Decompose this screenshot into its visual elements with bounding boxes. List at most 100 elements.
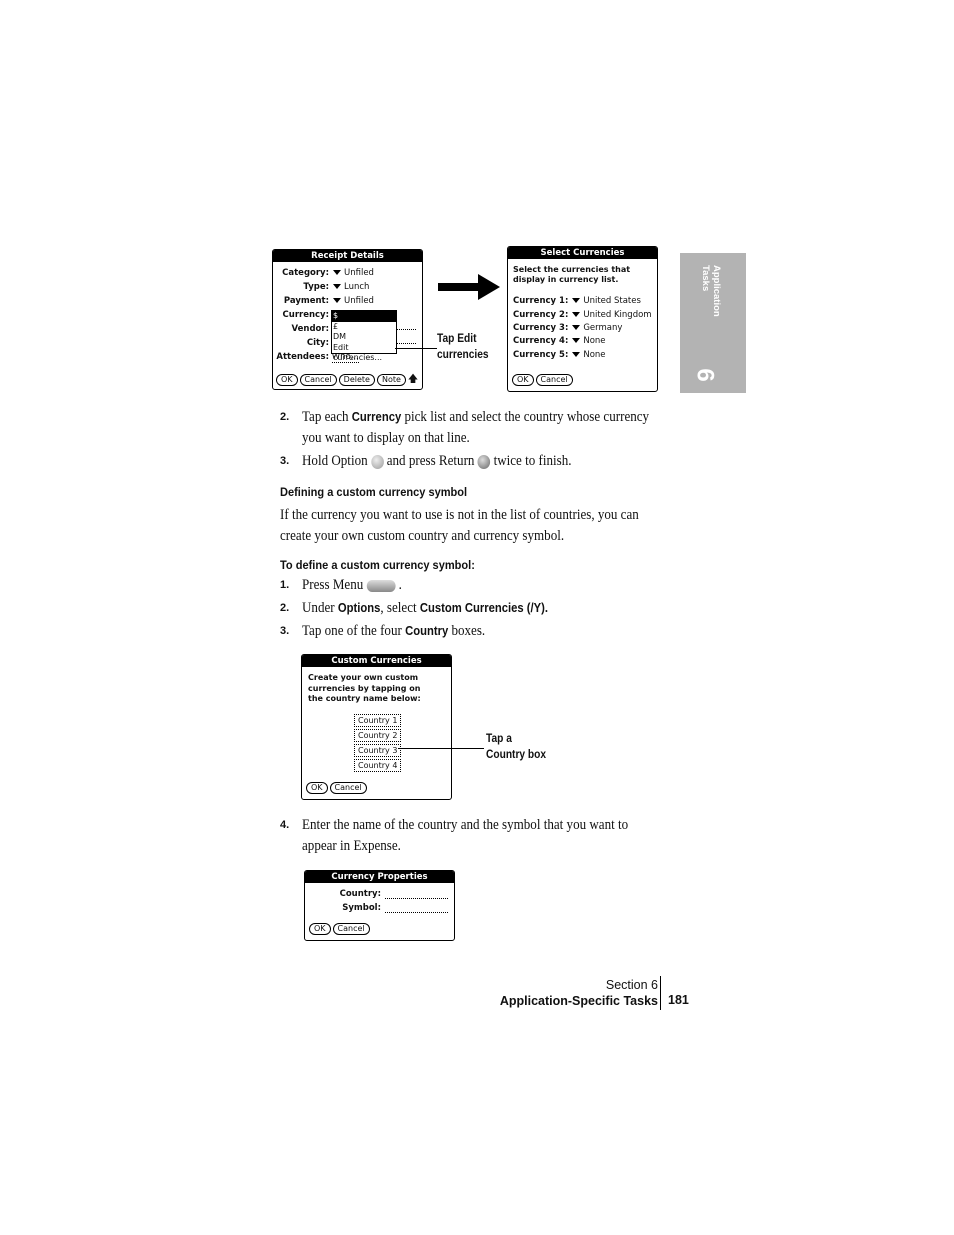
footer-section: Section 6 Application-Specific Tasks (500, 977, 658, 1009)
callout-text: currencies (437, 347, 489, 361)
popup-item[interactable]: $ (332, 311, 396, 322)
callout-text: Tap a (486, 731, 512, 745)
screen-title: Select Currencies (508, 247, 657, 259)
symbol-input[interactable] (385, 912, 448, 913)
step-number: 3. (280, 625, 290, 637)
callout-text: Tap Edit (437, 331, 477, 345)
intro-text: Create your own custom (308, 673, 419, 682)
country-input[interactable] (385, 898, 448, 899)
screen-title: Receipt Details (273, 250, 422, 262)
popup-item-edit-currencies[interactable]: Edit currencies... (332, 343, 396, 364)
ok-button[interactable]: OK (309, 923, 331, 935)
country-3-box[interactable]: Country 3 (354, 744, 402, 757)
step-number: 3. (280, 455, 290, 467)
currency-2-label: Currency 2: (513, 310, 569, 320)
screen-title: Custom Currencies (302, 655, 451, 667)
currency-5-value[interactable]: None (583, 350, 605, 360)
currency-5-label: Currency 5: (513, 350, 569, 360)
currency-2-value[interactable]: United Kingdom (583, 310, 651, 320)
country-1-box[interactable]: Country 1 (354, 714, 402, 727)
step-text: Press Menu . (302, 577, 402, 593)
dropdown-arrow-icon[interactable] (572, 312, 581, 317)
currency-3-label: Currency 3: (513, 323, 569, 333)
note-button[interactable]: Note (376, 374, 406, 386)
dropdown-arrow-icon[interactable] (333, 270, 341, 275)
callout-line (398, 748, 484, 749)
callout-edit-currencies: Tap Edit currencies (437, 330, 489, 362)
right-arrow-icon (438, 274, 500, 300)
currency-label: Currency: (282, 310, 329, 320)
dropdown-arrow-icon[interactable] (333, 284, 341, 289)
menu-key-icon (366, 579, 396, 592)
manual-page: Receipt Details Category: Unfiled Type: Lu… (0, 0, 954, 1235)
chapter-side-tab: Application Tasks 6 (680, 253, 746, 393)
side-tab-label: Application (711, 265, 722, 317)
step-number: 4. (280, 819, 290, 831)
cancel-button[interactable]: Cancel (299, 374, 337, 386)
footer-divider (660, 976, 661, 1010)
currency-3-value[interactable]: Germany (583, 323, 622, 333)
payment-value[interactable]: Unfiled (344, 296, 374, 306)
option-key-icon (370, 454, 384, 469)
chapter-number: 6 (691, 368, 719, 382)
procedure-heading: To define a custom currency symbol: (280, 558, 475, 572)
intro-text: currencies by tapping on (308, 683, 421, 693)
cancel-button[interactable]: Cancel (329, 782, 367, 794)
currency-4-label: Currency 4: (513, 336, 569, 346)
step-text: Enter the name of the country and the sy… (302, 817, 629, 854)
return-key-icon (477, 454, 491, 469)
section-label: Section 6 (605, 978, 658, 992)
city-label: City: (306, 338, 329, 348)
currency-4-value[interactable]: None (583, 336, 605, 346)
screen-title: Currency Properties (305, 871, 454, 883)
receipt-details-screen: Receipt Details Category: Unfiled Type: Lu… (272, 249, 423, 390)
dropdown-arrow-icon[interactable] (572, 298, 581, 303)
ok-button[interactable]: OK (512, 374, 534, 386)
callout-text: Country box (486, 747, 547, 761)
select-currencies-screen: Select Currencies Select the currencies … (507, 246, 658, 392)
dropdown-arrow-icon[interactable] (572, 325, 581, 330)
vendor-label: Vendor: (291, 324, 329, 334)
cancel-button[interactable]: Cancel (332, 923, 370, 935)
currency-properties-screen: Currency Properties Country: Symbol: OK C… (304, 870, 455, 941)
intro-text: the country name below: (308, 694, 421, 703)
step-number: 2. (280, 602, 290, 614)
category-value[interactable]: Unfiled (344, 268, 374, 278)
ok-button[interactable]: OK (306, 782, 328, 794)
dropdown-arrow-icon[interactable] (333, 298, 341, 303)
payment-label: Payment: (283, 296, 329, 306)
category-label: Category: (282, 268, 329, 278)
step-text: Hold Option and press Return twice to fi… (302, 453, 572, 469)
popup-item[interactable]: £ (332, 322, 396, 333)
custom-currencies-screen: Custom Currencies Create your own custom… (301, 654, 452, 800)
symbol-label: Symbol: (342, 903, 381, 913)
step-text: Under Options, select Custom Currencies … (302, 600, 549, 616)
cancel-button[interactable]: Cancel (535, 374, 573, 386)
type-value[interactable]: Lunch (344, 282, 369, 292)
country-2-box[interactable]: Country 2 (354, 729, 402, 742)
step-number: 1. (280, 579, 290, 591)
intro-text: Select the currencies that (513, 265, 631, 274)
currency-1-value[interactable]: United States (583, 296, 641, 306)
country-4-box[interactable]: Country 4 (354, 759, 402, 772)
dropdown-arrow-icon[interactable] (572, 352, 581, 357)
scroll-up-arrow-icon[interactable]: 🡅 (408, 374, 418, 385)
step-text: Tap one of the four Country boxes. (302, 623, 486, 639)
callout-line (395, 348, 437, 349)
step-number: 2. (280, 411, 290, 423)
popup-item[interactable]: DM (332, 332, 396, 343)
step-text: Tap each Currency pick list and select t… (302, 409, 650, 446)
attendees-label: Attendees: (276, 352, 329, 362)
chapter-title: Application-Specific Tasks (499, 994, 658, 1008)
intro-text: display in currency list. (513, 275, 619, 284)
page-number: 181 (668, 993, 689, 1007)
ok-button[interactable]: OK (276, 374, 298, 386)
paragraph: If the currency you want to use is not i… (280, 507, 639, 544)
dropdown-arrow-icon[interactable] (572, 338, 581, 343)
delete-button[interactable]: Delete (338, 374, 375, 386)
country-label: Country: (339, 889, 381, 899)
callout-country-box: Tap a Country box (486, 730, 546, 762)
section-heading: Defining a custom currency symbol (280, 485, 468, 499)
type-label: Type: (303, 282, 329, 292)
side-tab-label: Tasks (700, 265, 711, 292)
